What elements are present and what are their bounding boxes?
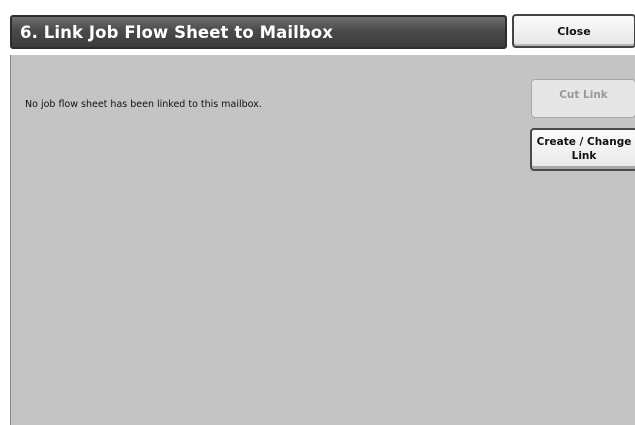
status-message: No job flow sheet has been linked to thi… — [25, 99, 262, 110]
page-title: 6. Link Job Flow Sheet to Mailbox — [20, 22, 333, 42]
screen: 6. Link Job Flow Sheet to Mailbox Close … — [0, 0, 635, 425]
content-panel: No job flow sheet has been linked to thi… — [10, 55, 635, 425]
close-button[interactable]: Close — [512, 14, 635, 48]
title-bar: 6. Link Job Flow Sheet to Mailbox — [10, 15, 507, 49]
create-change-link-button[interactable]: Create / Change Link — [530, 128, 635, 171]
cut-link-button[interactable]: Cut Link — [531, 79, 635, 118]
